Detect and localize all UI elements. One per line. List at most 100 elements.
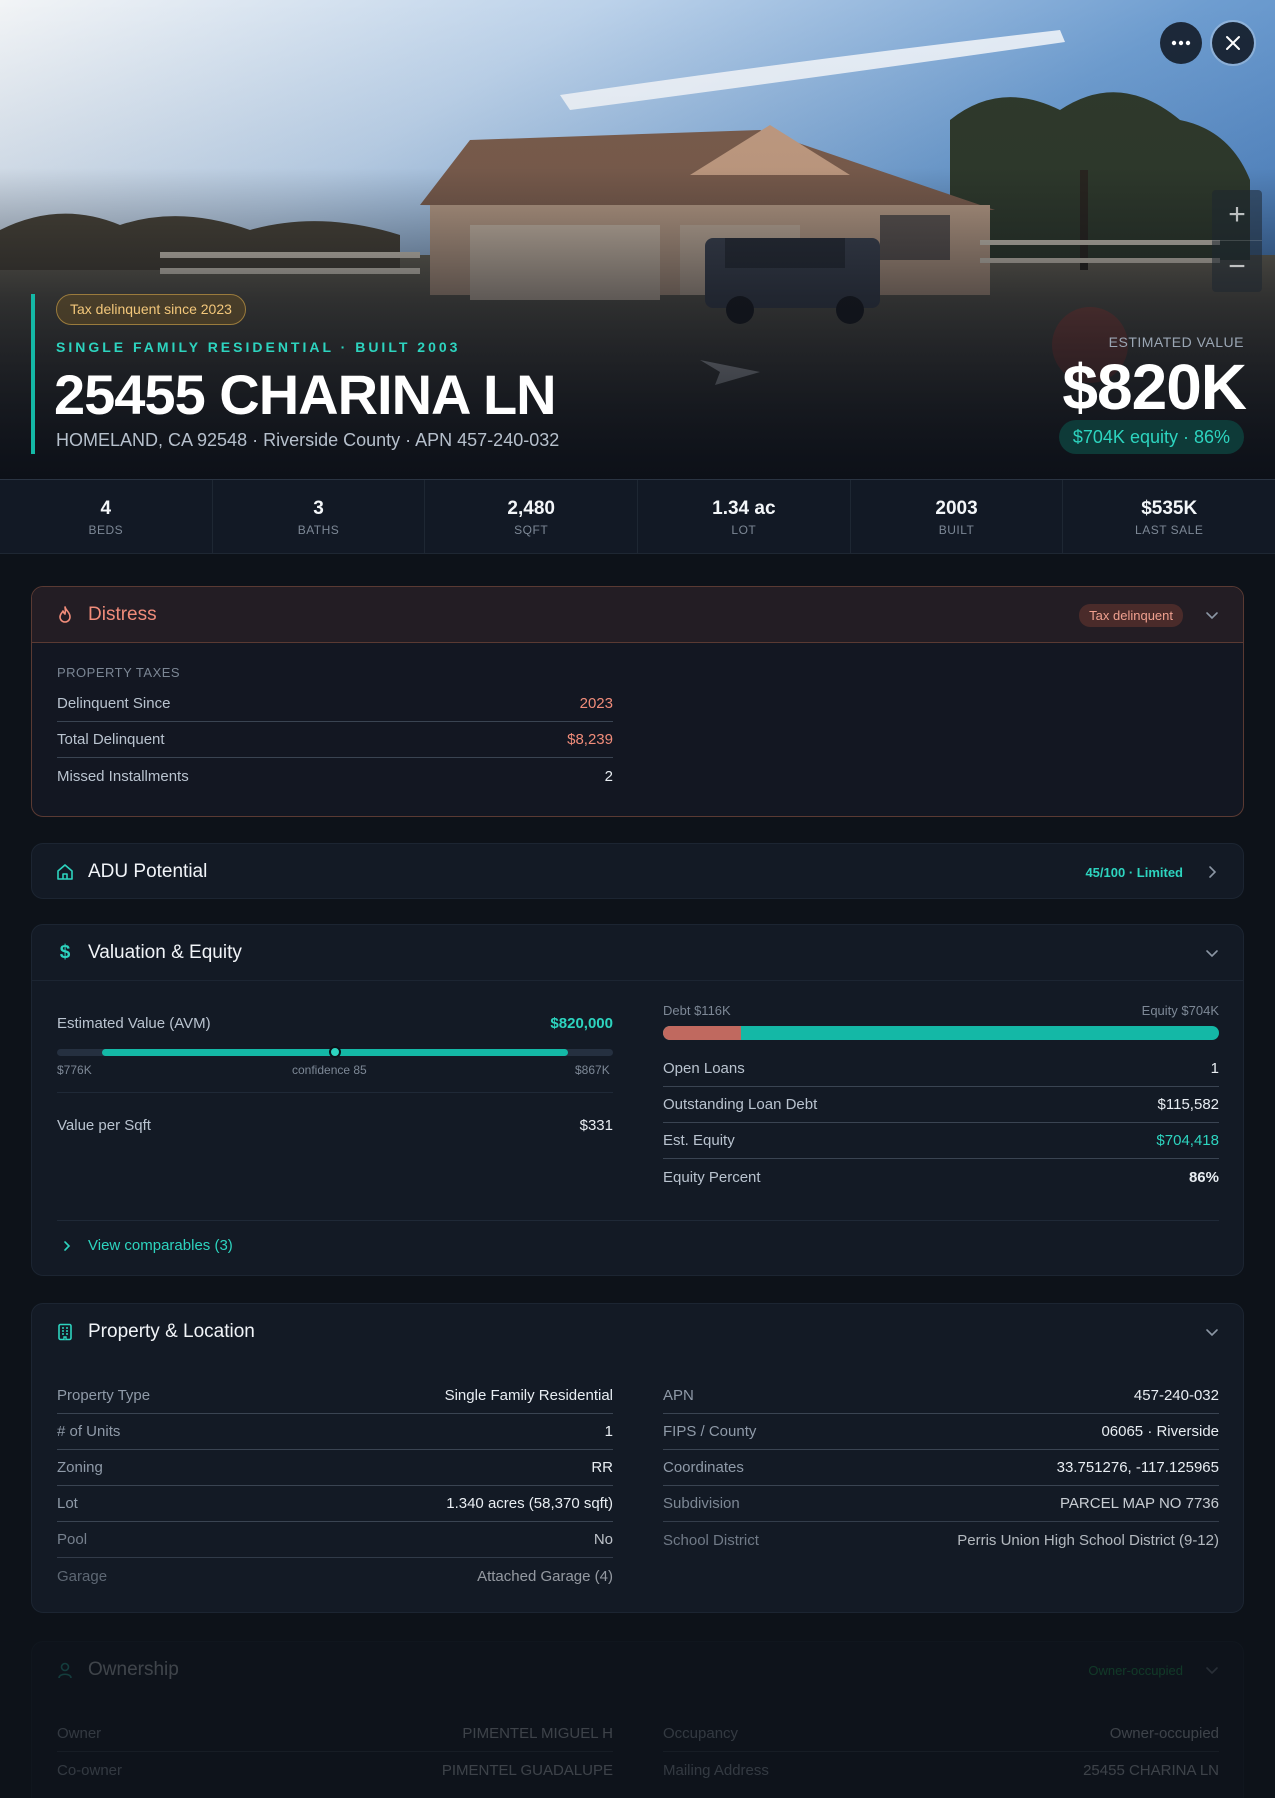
avm-confidence: confidence 85 [292, 1063, 367, 1077]
estimated-value-label: ESTIMATED VALUE [1108, 334, 1244, 350]
kv-row: Mailing Address 25455 CHARINA LN [663, 1752, 1219, 1788]
kv-row: Open Loans 1 [663, 1051, 1219, 1087]
adu-header-right: 45/100 · Limited [1085, 844, 1183, 898]
dollar-icon: $ [59, 941, 71, 963]
property-address: 25455 CHARINA LN [54, 363, 557, 426]
kv-key: Property Type [57, 1387, 151, 1404]
kv-key: Equity Percent [663, 1168, 761, 1186]
adu-potential-card[interactable]: ADU Potential 45/100 · Limited [31, 843, 1244, 899]
stat-label: BUILT [938, 523, 975, 537]
chevron-down-icon[interactable] [1203, 606, 1221, 624]
kv-row: Lot 1.340 acres (58,370 sqft) [57, 1486, 613, 1522]
kv-value: 457-240-032 [1133, 1387, 1219, 1404]
kv-key: Garage [57, 1567, 108, 1585]
kv-row: Delinquent Since 2023 [57, 686, 613, 722]
kv-row: Est. Equity $704,418 [663, 1123, 1219, 1159]
value-per-sqft-row: Value per Sqft $331 [57, 1107, 613, 1143]
kv-value: 86% [1188, 1168, 1219, 1186]
kv-row: Value per Sqft $331 [57, 1107, 613, 1143]
distress-card-header[interactable]: Distress Tax delinquent [32, 587, 1243, 643]
stat-label: LAST SALE [1135, 523, 1204, 537]
kv-value: RR [591, 1459, 613, 1476]
kv-key: FIPS / County [663, 1423, 757, 1440]
kv-row: Missed Installments 2 [57, 758, 613, 794]
kv-key: Delinquent Since [57, 695, 171, 712]
valuation-card-header[interactable]: $ Valuation & Equity [32, 925, 1243, 981]
kv-key: School District [663, 1531, 759, 1549]
tax-delinquent-chip: Tax delinquent since 2023 [56, 294, 246, 325]
tax-delinquent-badge: Tax delinquent [1079, 603, 1183, 627]
kv-key: Owner [57, 1725, 102, 1742]
debt-label: Debt $116K [663, 1003, 731, 1018]
stat-last-sale: $535K LAST SALE [1063, 480, 1275, 553]
kv-row: # of Units 1 [57, 1414, 613, 1450]
ownership-title: Ownership [88, 1659, 179, 1680]
kv-value: 33.751276, -117.125965 [1056, 1459, 1219, 1476]
owner-occupied-tag: Owner-occupied [1088, 1662, 1183, 1678]
view-comparables-link[interactable]: View comparables (3) [60, 1237, 233, 1254]
kv-key: Lot [57, 1495, 78, 1512]
close-icon [1226, 36, 1240, 50]
debt-segment [663, 1026, 741, 1040]
stat-label: SQFT [514, 523, 549, 537]
kv-value: $115,582 [1157, 1096, 1219, 1113]
stat-value: 2,480 [507, 498, 555, 519]
avm-value: $820,000 [550, 1014, 613, 1032]
kv-key: Occupancy [663, 1725, 739, 1742]
valuation-equity-card: $ Valuation & Equity Estimated Value (AV… [31, 924, 1244, 1276]
kv-key: # of Units [57, 1423, 121, 1440]
location-title: Property & Location [88, 1321, 255, 1342]
kv-key: Value per Sqft [57, 1116, 151, 1134]
kv-key: Co-owner [57, 1761, 123, 1779]
stat-label: BEDS [88, 523, 124, 537]
more-options-button[interactable] [1160, 22, 1202, 64]
kv-value: $8,239 [567, 731, 613, 748]
kv-key: Outstanding Loan Debt [663, 1096, 818, 1113]
avm-row: Estimated Value (AVM) $820,000 [57, 1005, 613, 1041]
kv-value: $704,418 [1156, 1132, 1219, 1149]
kv-value: 1 [1210, 1060, 1219, 1077]
avm-label: Estimated Value (AVM) [57, 1014, 211, 1032]
kv-value: 06065 · Riverside [1101, 1423, 1219, 1440]
kv-value: 1.340 acres (58,370 sqft) [446, 1495, 613, 1512]
stat-lot: 1.34 ac LOT [638, 480, 851, 553]
kv-value: 1 [604, 1423, 613, 1440]
kv-key: Mailing Address [663, 1761, 769, 1779]
hero-accent-bar [31, 294, 35, 454]
zoom-out-button[interactable]: − [1212, 241, 1262, 292]
chevron-down-icon[interactable] [1203, 1661, 1221, 1679]
chevron-down-icon[interactable] [1203, 1323, 1221, 1341]
stat-value: $535K [1141, 498, 1198, 519]
property-taxes-section: PROPERTY TAXES Delinquent Since 2023 Tota… [57, 665, 613, 794]
kv-value: No [593, 1531, 613, 1548]
zoom-in-button[interactable]: + [1212, 190, 1262, 241]
chevron-right-icon[interactable] [1203, 863, 1221, 881]
kv-key: Subdivision [663, 1495, 740, 1512]
kv-value: Perris Union High School District (9-12) [957, 1531, 1219, 1549]
location-right-column: APN 457-240-032 FIPS / County 06065 · Rive… [663, 1378, 1219, 1558]
adu-card-header[interactable]: ADU Potential 45/100 · Limited [32, 844, 1243, 898]
location-left-column: Property Type Single Family Residential #… [57, 1378, 613, 1594]
kv-key: Pool [57, 1531, 88, 1548]
location-card-header[interactable]: Property & Location [32, 1304, 1243, 1360]
plus-icon: + [1228, 198, 1246, 231]
close-button[interactable] [1210, 20, 1256, 66]
distress-card: Distress Tax delinquent PROPERTY TAXES D… [31, 586, 1244, 817]
equity-pill: $704K equity · 86% [1058, 420, 1244, 454]
kv-value: PARCEL MAP NO 7736 [1060, 1495, 1219, 1512]
chevron-right-icon [64, 1240, 71, 1251]
kv-key: Total Delinquent [57, 731, 165, 748]
equity-label: Equity $704K [1141, 1003, 1219, 1018]
distress-title: Distress [88, 603, 157, 625]
user-icon [56, 1661, 74, 1679]
stat-value: 4 [100, 498, 112, 519]
chevron-down-icon[interactable] [1203, 944, 1221, 962]
kv-key: Est. Equity [663, 1132, 735, 1149]
kv-row: Property Type Single Family Residential [57, 1378, 613, 1414]
kv-value: Owner-occupied [1109, 1725, 1219, 1742]
ownership-card-header[interactable]: Ownership Owner-occupied [32, 1642, 1243, 1698]
hero-photo-header: + − Tax delinquent since 2023 SINGLE FAM… [0, 0, 1275, 480]
kv-value: 2 [604, 767, 613, 785]
kv-value: PIMENTEL GUADALUPE [441, 1761, 613, 1779]
kv-value: PIMENTEL MIGUEL H [462, 1725, 613, 1742]
